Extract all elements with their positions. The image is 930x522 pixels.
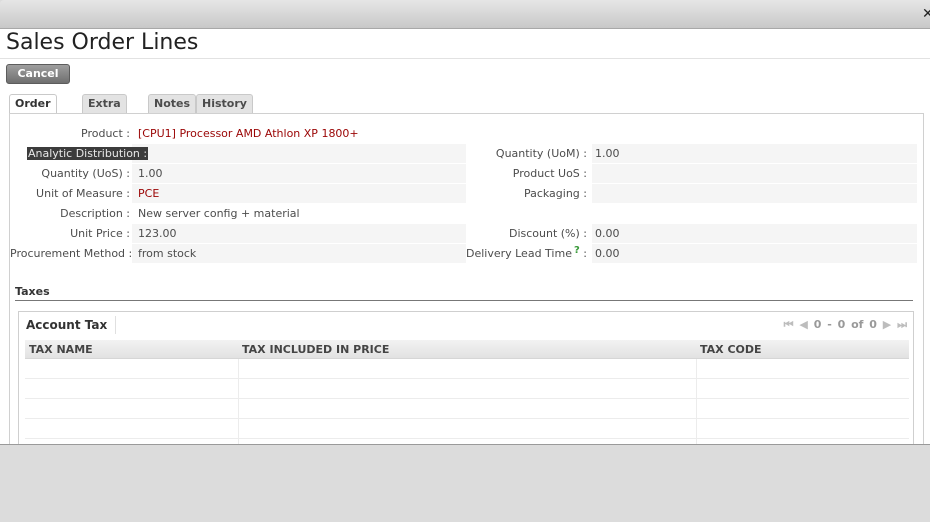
packaging-label: Packaging : bbox=[523, 187, 587, 200]
unit-of-measure-row: Unit of Measure : PCE Packaging : bbox=[10, 184, 923, 203]
product-uos-label: Product UoS : bbox=[512, 167, 587, 180]
unit-of-measure-label: Unit of Measure : bbox=[36, 187, 130, 200]
next-page-icon[interactable]: ▶ bbox=[883, 318, 891, 331]
quantity-uos-value[interactable]: 1.00 bbox=[138, 164, 163, 183]
description-label: Description : bbox=[60, 207, 130, 220]
table-row bbox=[25, 359, 909, 379]
account-tax-grid: Account Tax ⏮ ◀ 0 - 0 of 0 ▶ ⏭ TAX NAME … bbox=[18, 311, 914, 444]
dialog-titlebar: ✕ bbox=[0, 0, 930, 29]
quantity-uom-row: Quantity (UoM) : 1.00 bbox=[10, 144, 923, 163]
column-divider bbox=[238, 359, 239, 444]
prev-page-icon[interactable]: ◀ bbox=[799, 318, 807, 331]
pager-text: 0 - 0 of 0 bbox=[813, 318, 877, 331]
column-divider bbox=[696, 359, 697, 444]
product-value[interactable]: [CPU1] Processor AMD Athlon XP 1800+ bbox=[138, 124, 359, 143]
cancel-button[interactable]: Cancel bbox=[6, 64, 70, 84]
delivery-lead-time-value[interactable]: 0.00 bbox=[595, 244, 620, 263]
tab-notes[interactable]: Notes bbox=[148, 94, 197, 113]
table-row bbox=[25, 379, 909, 399]
quantity-uos-label: Quantity (UoS) : bbox=[41, 167, 130, 180]
page-title: Sales Order Lines bbox=[6, 30, 199, 55]
procurement-method-label: Procurement Method : bbox=[10, 247, 133, 260]
quantity-uom-value[interactable]: 1.00 bbox=[595, 144, 620, 163]
title-divider bbox=[0, 58, 930, 59]
close-icon[interactable]: ✕ bbox=[922, 6, 930, 22]
discount-value[interactable]: 0.00 bbox=[595, 224, 620, 243]
procurement-row: Procurement Method : from stock Delivery… bbox=[10, 244, 923, 263]
product-row: Product : [CPU1] Processor AMD Athlon XP… bbox=[10, 124, 923, 143]
col-tax-included[interactable]: TAX INCLUDED IN PRICE bbox=[242, 340, 389, 359]
unit-price-row: Unit Price : 123.00 Discount (%) : 0.00 bbox=[10, 224, 923, 243]
taxes-divider bbox=[15, 300, 913, 301]
unit-of-measure-value[interactable]: PCE bbox=[138, 184, 159, 203]
first-page-icon[interactable]: ⏮ bbox=[784, 318, 794, 331]
description-value[interactable]: New server config + material bbox=[138, 204, 300, 223]
quantity-uos-row: Quantity (UoS) : 1.00 Product UoS : bbox=[10, 164, 923, 183]
table-row bbox=[25, 419, 909, 439]
unit-price-label: Unit Price : bbox=[70, 227, 130, 240]
unit-price-value[interactable]: 123.00 bbox=[138, 224, 177, 243]
tab-extra-info[interactable]: Extra Info bbox=[82, 94, 127, 128]
tab-order-line[interactable]: Order Line bbox=[9, 94, 57, 128]
delivery-lead-time-colon: : bbox=[583, 247, 587, 260]
help-icon[interactable]: ? bbox=[574, 245, 580, 256]
grid-title: Account Tax bbox=[26, 318, 108, 332]
delivery-lead-time-label: Delivery Lead Time? : bbox=[393, 244, 587, 264]
pager: ⏮ ◀ 0 - 0 of 0 ▶ ⏭ bbox=[784, 318, 907, 332]
table-row bbox=[25, 439, 909, 444]
grid-header: TAX NAME TAX INCLUDED IN PRICE TAX CODE bbox=[25, 340, 909, 359]
grid-title-separator bbox=[115, 316, 116, 334]
discount-label: Discount (%) : bbox=[508, 227, 587, 240]
table-row bbox=[25, 399, 909, 419]
col-tax-code[interactable]: TAX CODE bbox=[700, 340, 762, 359]
sales-order-lines-dialog: Sales Order Lines Cancel Order Line Extr… bbox=[0, 29, 930, 445]
order-line-form: Product : [CPU1] Processor AMD Athlon XP… bbox=[9, 113, 924, 444]
procurement-method-value[interactable]: from stock bbox=[138, 244, 196, 263]
delivery-lead-time-text: Delivery Lead Time bbox=[465, 247, 572, 260]
last-page-icon[interactable]: ⏭ bbox=[897, 318, 907, 331]
taxes-section-title: Taxes bbox=[15, 285, 50, 298]
description-row: Description : New server config + materi… bbox=[10, 204, 923, 223]
quantity-uom-label: Quantity (UoM) : bbox=[495, 147, 587, 160]
col-tax-name[interactable]: TAX NAME bbox=[29, 340, 93, 359]
product-label: Product : bbox=[81, 127, 130, 140]
tab-history[interactable]: History bbox=[196, 94, 253, 113]
